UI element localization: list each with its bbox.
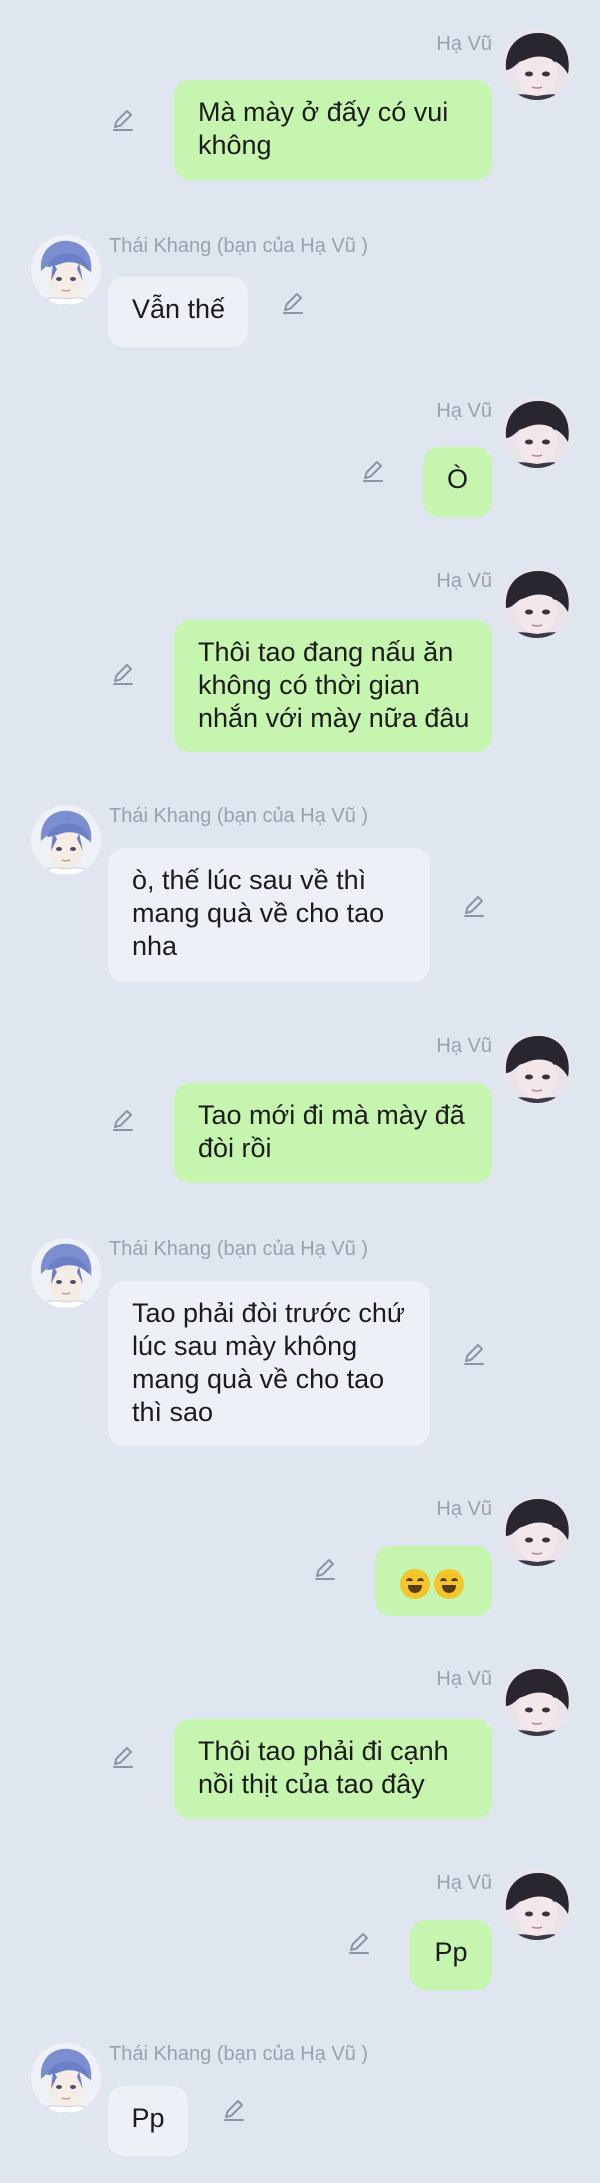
- edit-pencil-icon[interactable]: [360, 458, 386, 484]
- sender-name: Hạ Vũ: [436, 1035, 492, 1057]
- sender-name: Hạ Vũ: [436, 1498, 492, 1520]
- edit-pencil-icon[interactable]: [346, 1930, 372, 1956]
- avatar[interactable]: [31, 235, 101, 305]
- sender-name: Hạ Vũ: [436, 33, 492, 55]
- edit-pencil-icon[interactable]: [221, 2097, 247, 2123]
- sender-name: Hạ Vũ: [436, 1872, 492, 1894]
- avatar[interactable]: [502, 1666, 572, 1736]
- message-bubble[interactable]: Thôi tao phải đi cạnh nồi thịt của tao đ…: [174, 1719, 492, 1819]
- avatar[interactable]: [502, 398, 572, 468]
- message-text: Tao phải đòi trước chứ: [132, 1298, 405, 1328]
- edit-pencil-icon[interactable]: [461, 893, 487, 919]
- message-bubble[interactable]: Vẫn thế: [108, 277, 248, 347]
- edit-pencil-icon[interactable]: [461, 1341, 487, 1367]
- message-bubble[interactable]: Tao phải đòi trước chứ lúc sau mày không…: [108, 1281, 430, 1446]
- laughing-emoji-icon: [399, 1568, 430, 1599]
- avatar[interactable]: [31, 2043, 101, 2113]
- message-text: Thôi tao đang nấu ăn: [198, 637, 454, 667]
- edit-pencil-icon[interactable]: [110, 661, 136, 687]
- message-text: lúc sau mày không: [132, 1331, 358, 1361]
- message-text: mang quà về cho tao: [132, 898, 385, 928]
- sender-name: Thái Khang (bạn của Hạ Vũ ): [109, 2043, 369, 2065]
- message-text: Ò: [446, 464, 468, 494]
- sender-name: Hạ Vũ: [436, 1668, 492, 1690]
- message-text: nhắn với mày nữa đâu: [198, 703, 470, 733]
- edit-pencil-icon[interactable]: [110, 1744, 136, 1770]
- sender-name: Thái Khang (bạn của Hạ Vũ ): [109, 805, 369, 827]
- message-text: Pp: [131, 2103, 165, 2133]
- message-text: Thôi tao phải đi cạnh: [198, 1736, 449, 1766]
- message-text: đòi rồi: [198, 1133, 272, 1163]
- laughing-emoji-icon: [433, 1568, 464, 1599]
- avatar[interactable]: [502, 1033, 572, 1103]
- message-text: nồi thịt của tao đây: [198, 1769, 425, 1799]
- edit-pencil-icon[interactable]: [312, 1556, 338, 1582]
- edit-pencil-icon[interactable]: [280, 290, 306, 316]
- avatar[interactable]: [502, 1496, 572, 1566]
- message-text: Mà mày ở đấy có vui: [198, 97, 449, 127]
- edit-pencil-icon[interactable]: [110, 1107, 136, 1133]
- message-text: Vẫn thế: [132, 294, 226, 324]
- message-bubble[interactable]: Ò: [423, 447, 492, 517]
- message-text: ò, thế lúc sau về thì: [132, 865, 367, 895]
- message-bubble[interactable]: Pp: [410, 1920, 492, 1990]
- edit-pencil-icon[interactable]: [110, 107, 136, 133]
- message-text: Tao mới đi mà mày đã: [198, 1100, 465, 1130]
- message-bubble[interactable]: [375, 1546, 492, 1616]
- message-text: Pp: [434, 1937, 468, 1967]
- avatar[interactable]: [31, 805, 101, 875]
- avatar[interactable]: [502, 568, 572, 638]
- sender-name: Thái Khang (bạn của Hạ Vũ ): [109, 235, 369, 257]
- sender-name: Hạ Vũ: [436, 400, 492, 422]
- avatar[interactable]: [502, 1870, 572, 1940]
- message-text: không có thời gian: [198, 670, 420, 700]
- message-text: nha: [132, 931, 178, 961]
- message-text: không: [198, 130, 272, 160]
- sender-name: Thái Khang (bạn của Hạ Vũ ): [109, 1238, 369, 1260]
- message-bubble[interactable]: Pp: [108, 2086, 188, 2156]
- message-text: mang quà về cho tao: [132, 1364, 385, 1394]
- message-bubble[interactable]: Thôi tao đang nấu ăn không có thời gian …: [174, 620, 492, 752]
- message-bubble[interactable]: Mà mày ở đấy có vui không: [174, 80, 492, 180]
- avatar[interactable]: [31, 1238, 101, 1308]
- avatar[interactable]: [502, 30, 572, 100]
- message-bubble[interactable]: Tao mới đi mà mày đã đòi rồi: [174, 1083, 492, 1183]
- sender-name: Hạ Vũ: [436, 570, 492, 592]
- message-text: thì sao: [132, 1397, 214, 1427]
- message-bubble[interactable]: ò, thế lúc sau về thì mang quà về cho ta…: [108, 848, 430, 982]
